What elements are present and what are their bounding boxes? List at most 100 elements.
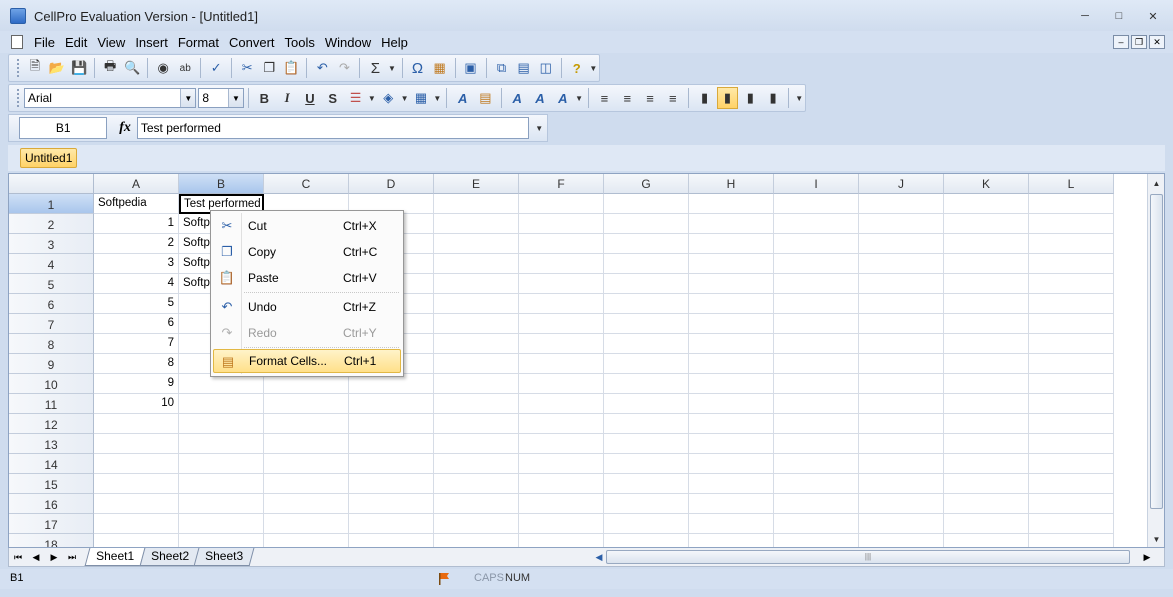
document-icon[interactable]: [11, 35, 23, 49]
cell-e3[interactable]: [434, 234, 519, 254]
mdi-minimize-icon[interactable]: –: [1113, 35, 1129, 49]
cell-h1[interactable]: [689, 194, 774, 214]
cell-a9[interactable]: 8: [94, 354, 179, 374]
cell-f5[interactable]: [519, 274, 604, 294]
cell-k4[interactable]: [944, 254, 1029, 274]
cell-j11[interactable]: [859, 394, 944, 414]
cell-a18[interactable]: [94, 534, 179, 547]
cell-l12[interactable]: [1029, 414, 1114, 434]
text-effects-icon[interactable]: A: [552, 87, 573, 109]
maximize-icon[interactable]: □: [1109, 8, 1129, 24]
row-header-18[interactable]: 18: [9, 534, 94, 547]
cell-g14[interactable]: [604, 454, 689, 474]
cell-a16[interactable]: [94, 494, 179, 514]
cell-h15[interactable]: [689, 474, 774, 494]
cell-d12[interactable]: [349, 414, 434, 434]
toolbar-grip[interactable]: [17, 59, 20, 77]
cell-i15[interactable]: [774, 474, 859, 494]
cell-i14[interactable]: [774, 454, 859, 474]
dropdown-icon[interactable]: ▼: [575, 87, 583, 109]
cell-i5[interactable]: [774, 274, 859, 294]
vertical-scrollbar[interactable]: ▲ ▼: [1147, 174, 1164, 547]
mdi-restore-icon[interactable]: ❐: [1131, 35, 1147, 49]
cell-g13[interactable]: [604, 434, 689, 454]
sheet-tab-sheet1[interactable]: Sheet1: [84, 548, 146, 566]
sheet-tab-sheet3[interactable]: Sheet3: [193, 548, 255, 566]
cell-h9[interactable]: [689, 354, 774, 374]
row-header-1[interactable]: 1: [9, 194, 94, 214]
cell-j18[interactable]: [859, 534, 944, 547]
cell-k5[interactable]: [944, 274, 1029, 294]
cell-b15[interactable]: [179, 474, 264, 494]
cell-e17[interactable]: [434, 514, 519, 534]
menu-item-copy[interactable]: ❐ Copy Ctrl+C: [213, 240, 401, 264]
cell-g5[interactable]: [604, 274, 689, 294]
column-header-b[interactable]: B: [179, 174, 264, 194]
cell-d16[interactable]: [349, 494, 434, 514]
cell-i4[interactable]: [774, 254, 859, 274]
align-center-icon[interactable]: ≡: [617, 87, 638, 109]
cell-d13[interactable]: [349, 434, 434, 454]
tile-vertical-icon[interactable]: ◫: [536, 57, 556, 79]
cell-g11[interactable]: [604, 394, 689, 414]
column-header-h[interactable]: H: [689, 174, 774, 194]
row-header-15[interactable]: 15: [9, 474, 94, 494]
cell-e9[interactable]: [434, 354, 519, 374]
cell-k9[interactable]: [944, 354, 1029, 374]
cell-h18[interactable]: [689, 534, 774, 547]
scroll-left-icon[interactable]: ◀: [592, 550, 606, 564]
cell-j15[interactable]: [859, 474, 944, 494]
cell-e8[interactable]: [434, 334, 519, 354]
last-sheet-icon[interactable]: ⏭: [65, 550, 79, 564]
cell-a3[interactable]: 2: [94, 234, 179, 254]
row-header-10[interactable]: 10: [9, 374, 94, 394]
cell-f15[interactable]: [519, 474, 604, 494]
cascade-icon[interactable]: ⧉: [492, 57, 512, 79]
cell-k18[interactable]: [944, 534, 1029, 547]
cell-h8[interactable]: [689, 334, 774, 354]
cell-j5[interactable]: [859, 274, 944, 294]
cell-e18[interactable]: [434, 534, 519, 547]
cell-g8[interactable]: [604, 334, 689, 354]
row-header-14[interactable]: 14: [9, 454, 94, 474]
cell-b17[interactable]: [179, 514, 264, 534]
cell-c18[interactable]: [264, 534, 349, 547]
font-select[interactable]: Arial ▼: [23, 88, 197, 108]
cell-a14[interactable]: [94, 454, 179, 474]
align-left-icon[interactable]: ≡: [594, 87, 615, 109]
cell-f1[interactable]: [519, 194, 604, 214]
cell-i16[interactable]: [774, 494, 859, 514]
cell-g2[interactable]: [604, 214, 689, 234]
borders-icon[interactable]: ▦: [411, 87, 432, 109]
copy-icon[interactable]: ❐: [259, 57, 279, 79]
shading-icon[interactable]: ☰: [345, 87, 366, 109]
cell-b16[interactable]: [179, 494, 264, 514]
cell-k1[interactable]: [944, 194, 1029, 214]
screen-icon[interactable]: ▣: [461, 57, 481, 79]
cell-j4[interactable]: [859, 254, 944, 274]
cell-l2[interactable]: [1029, 214, 1114, 234]
barcode-icon[interactable]: ▮: [740, 87, 761, 109]
minimize-icon[interactable]: ─: [1075, 8, 1095, 24]
strikethrough-icon[interactable]: S: [322, 87, 343, 109]
barcode-active-icon[interactable]: ▮: [716, 87, 738, 109]
scroll-right-icon[interactable]: ▶: [1140, 550, 1154, 564]
cell-e10[interactable]: [434, 374, 519, 394]
cell-l9[interactable]: [1029, 354, 1114, 374]
menu-item-undo[interactable]: ↶ Undo Ctrl+Z: [213, 295, 401, 319]
scroll-down-icon[interactable]: ▼: [1150, 532, 1163, 546]
redo-icon[interactable]: ↷: [334, 57, 354, 79]
cell-a11[interactable]: 10: [94, 394, 179, 414]
cell-a10[interactable]: 9: [94, 374, 179, 394]
formula-input[interactable]: Test performed: [136, 117, 530, 139]
cell-f9[interactable]: [519, 354, 604, 374]
cell-c13[interactable]: [264, 434, 349, 454]
cell-k11[interactable]: [944, 394, 1029, 414]
cell-a4[interactable]: 3: [94, 254, 179, 274]
cell-h17[interactable]: [689, 514, 774, 534]
row-header-5[interactable]: 5: [9, 274, 94, 294]
cell-a15[interactable]: [94, 474, 179, 494]
cell-h3[interactable]: [689, 234, 774, 254]
name-box[interactable]: B1: [19, 117, 108, 139]
first-sheet-icon[interactable]: ⏮: [11, 550, 25, 564]
